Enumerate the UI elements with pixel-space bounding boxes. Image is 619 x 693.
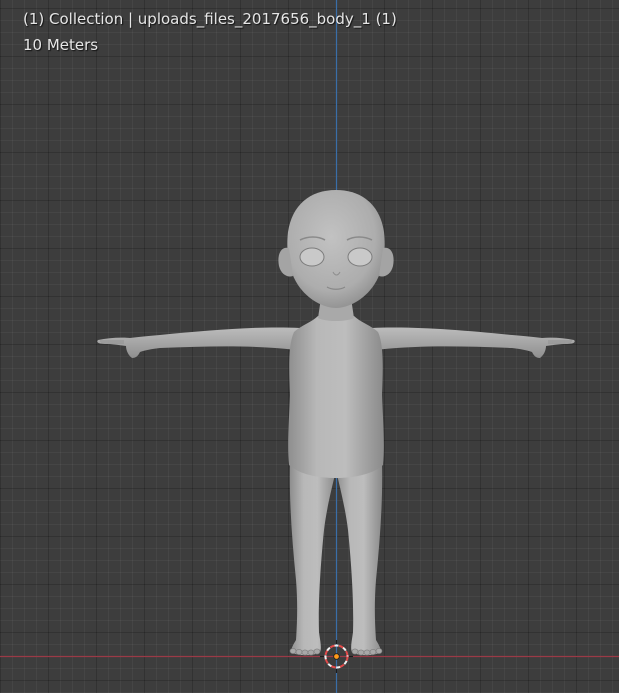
torso xyxy=(288,316,384,478)
right-arm xyxy=(372,327,575,358)
left-leg xyxy=(289,462,336,656)
right-eye xyxy=(347,247,373,267)
viewport-header-info: (1) Collection | uploads_files_2017656_b… xyxy=(23,10,397,28)
head xyxy=(287,190,385,308)
viewport-scale-info: 10 Meters xyxy=(23,36,99,54)
viewport-scene[interactable] xyxy=(0,0,619,693)
left-eye xyxy=(299,247,325,267)
viewport-text-overlay: (1) Collection | uploads_files_2017656_b… xyxy=(23,6,397,58)
left-arm xyxy=(97,327,300,358)
right-leg xyxy=(336,462,383,656)
object-origin-dot[interactable] xyxy=(333,653,340,660)
3d-viewport[interactable]: (1) Collection | uploads_files_2017656_b… xyxy=(0,0,619,693)
